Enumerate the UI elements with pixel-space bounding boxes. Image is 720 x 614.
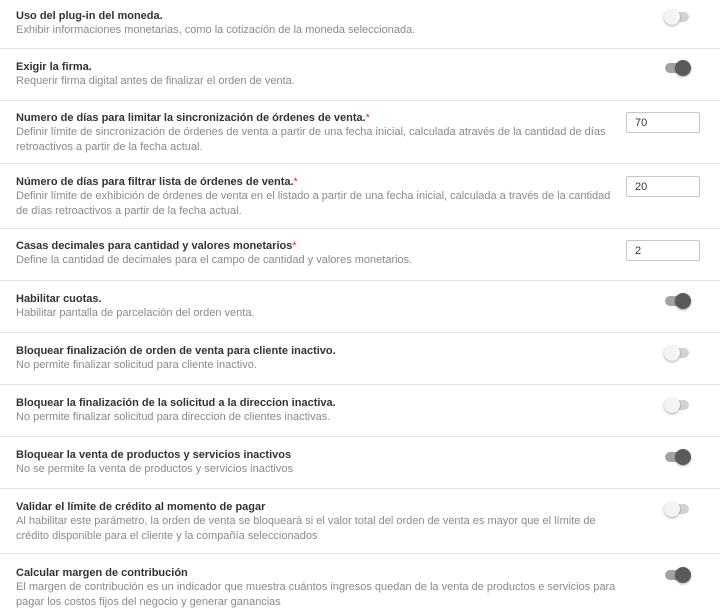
setting-text: Exigir la firma. Requerir firma digital …: [16, 61, 616, 89]
setting-text: Bloquear finalización de orden de venta …: [16, 345, 616, 373]
setting-title-text: Casas decimales para cantidad y valores …: [16, 240, 293, 252]
setting-description: No permite finalizar solicitud para clie…: [16, 359, 257, 371]
setting-text: Bloquear la venta de productos y servici…: [16, 449, 616, 477]
setting-title: Bloquear la finalización de la solicitud…: [16, 397, 336, 409]
settings-list: Uso del plug-in del moneda. Exhibir info…: [0, 0, 720, 614]
setting-text: Número de días para filtrar lista de órd…: [16, 176, 616, 219]
toggle-knob: [664, 345, 680, 361]
setting-row-block-inactive-client: Bloquear finalización de orden de venta …: [0, 333, 720, 385]
setting-row-block-inactive-address: Bloquear la finalización de la solicitud…: [0, 385, 720, 437]
setting-description: Al habilitar este parámetro, la orden de…: [16, 515, 596, 542]
setting-title: Numero de días para limitar la sincroniz…: [16, 112, 616, 125]
setting-title: Calcular margen de contribución: [16, 567, 188, 579]
decimal-places-input[interactable]: [626, 240, 700, 261]
installments-toggle[interactable]: [664, 293, 691, 309]
contribution-margin-toggle[interactable]: [664, 567, 691, 583]
setting-text: Numero de días para limitar la sincroniz…: [16, 112, 616, 155]
setting-title: Validar el límite de crédito al momento …: [16, 501, 266, 513]
currency-plugin-toggle[interactable]: [664, 9, 690, 25]
setting-row-sync-days: Numero de días para limitar la sincroniz…: [0, 101, 720, 164]
block-inactive-products-toggle[interactable]: [664, 449, 691, 465]
required-marker: *: [293, 176, 298, 188]
toggle-knob: [675, 293, 691, 309]
setting-row-currency-plugin: Uso del plug-in del moneda. Exhibir info…: [0, 0, 720, 49]
block-inactive-address-toggle[interactable]: [664, 397, 690, 413]
toggle-knob: [664, 501, 680, 517]
setting-row-contribution-margin: Calcular margen de contribución El marge…: [0, 554, 720, 614]
setting-title: Casas decimales para cantidad y valores …: [16, 240, 616, 253]
setting-text: Habilitar cuotas. Habilitar pantalla de …: [16, 293, 616, 321]
toggle-knob: [675, 449, 691, 465]
required-marker: *: [292, 240, 297, 252]
setting-description: Definir límite de exhibición de órdenes …: [16, 190, 611, 217]
setting-description: Habilitar pantalla de parcelación del or…: [16, 307, 255, 319]
setting-row-filter-days: Número de días para filtrar lista de órd…: [0, 164, 720, 229]
filter-days-input[interactable]: [626, 176, 700, 197]
setting-description: Definir límite de sincronización de órde…: [16, 126, 606, 153]
setting-row-block-inactive-products: Bloquear la venta de productos y servici…: [0, 437, 720, 489]
setting-row-credit-limit: Validar el límite de crédito al momento …: [0, 489, 720, 554]
setting-text: Bloquear la finalización de la solicitud…: [16, 397, 616, 425]
toggle-knob: [664, 397, 680, 413]
setting-title: Uso del plug-in del moneda.: [16, 10, 163, 22]
setting-title: Exigir la firma.: [16, 61, 92, 73]
required-marker: *: [365, 112, 370, 124]
setting-description: Requerir firma digital antes de finaliza…: [16, 75, 295, 87]
toggle-knob: [664, 9, 680, 25]
setting-description: Exhibir informaciones monetarias, como l…: [16, 24, 416, 36]
setting-row-installments: Habilitar cuotas. Habilitar pantalla de …: [0, 281, 720, 333]
block-inactive-client-toggle[interactable]: [664, 345, 690, 361]
setting-title-text: Número de días para filtrar lista de órd…: [16, 176, 294, 188]
setting-row-decimal-places: Casas decimales para cantidad y valores …: [0, 229, 720, 281]
toggle-knob: [675, 567, 691, 583]
require-signature-toggle[interactable]: [664, 60, 691, 76]
setting-text: Uso del plug-in del moneda. Exhibir info…: [16, 10, 616, 38]
credit-limit-toggle[interactable]: [664, 501, 690, 517]
setting-text: Validar el límite de crédito al momento …: [16, 501, 616, 544]
sync-days-input[interactable]: [626, 112, 700, 133]
toggle-knob: [675, 60, 691, 76]
setting-description: No permite finalizar solicitud para dire…: [16, 411, 331, 423]
setting-title: Número de días para filtrar lista de órd…: [16, 176, 616, 189]
setting-row-require-signature: Exigir la firma. Requerir firma digital …: [0, 49, 720, 101]
setting-title: Habilitar cuotas.: [16, 293, 102, 305]
setting-description: Define la cantidad de decimales para el …: [16, 254, 413, 266]
setting-description: El margen de contribución es un indicado…: [16, 581, 616, 608]
setting-description: No se permite la venta de productos y se…: [16, 463, 293, 475]
setting-text: Calcular margen de contribución El marge…: [16, 567, 616, 610]
setting-text: Casas decimales para cantidad y valores …: [16, 240, 616, 268]
setting-title-text: Numero de días para limitar la sincroniz…: [16, 112, 366, 124]
setting-title: Bloquear la venta de productos y servici…: [16, 449, 292, 461]
setting-title: Bloquear finalización de orden de venta …: [16, 345, 336, 357]
